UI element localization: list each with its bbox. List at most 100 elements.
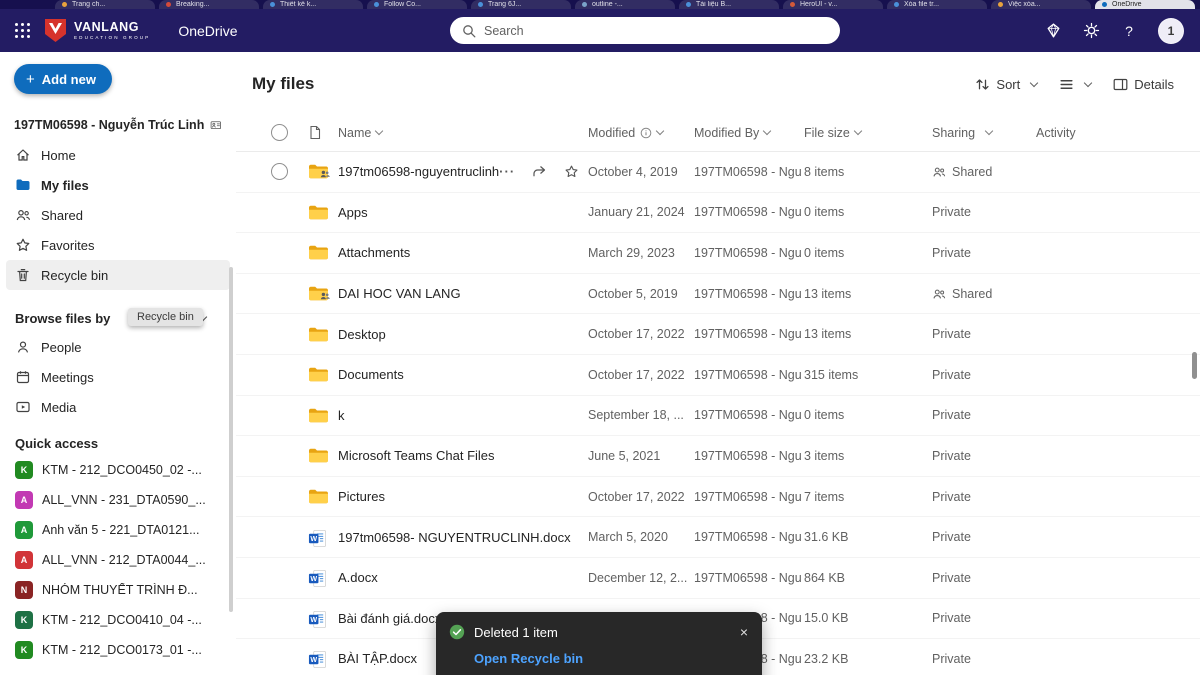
quick-access-item[interactable]: K KTM - 212_DCO0410_04 -...: [6, 605, 230, 635]
nav-item-icon: [15, 177, 31, 193]
table-row[interactable]: W Documents ··· October 17, 2022 197TM06…: [236, 355, 1200, 396]
sidebar-nav-item[interactable]: Home: [6, 140, 230, 170]
main-scrollbar[interactable]: [1192, 352, 1197, 379]
table-row[interactable]: W Apps ··· January 21, 2024 197TM06598 -…: [236, 193, 1200, 234]
quick-access-item[interactable]: A ALL_VNN - 231_DTA0590_...: [6, 485, 230, 515]
sharing-cell[interactable]: Private: [932, 449, 1036, 463]
word-document-icon: W: [308, 650, 328, 667]
browser-tab[interactable]: Trang ch...: [55, 0, 155, 9]
file-name-cell[interactable]: k ···: [338, 408, 588, 423]
table-row[interactable]: W Attachments ··· March 29, 2023 197TM06…: [236, 233, 1200, 274]
column-header-name[interactable]: Name: [338, 126, 588, 140]
browser-tab[interactable]: Thiết kế k...: [263, 0, 363, 9]
file-name-cell[interactable]: Microsoft Teams Chat Files ···: [338, 448, 588, 463]
browser-tab[interactable]: Breaking...: [159, 0, 259, 9]
table-row[interactable]: W k ··· September 18, ... 197TM06598 - N…: [236, 396, 1200, 437]
help-icon[interactable]: ?: [1120, 22, 1138, 40]
browser-tab[interactable]: Xóa file tr...: [887, 0, 987, 9]
sharing-cell[interactable]: Private: [932, 408, 1036, 422]
table-row[interactable]: W 197tm06598-nguyentruclinh ··· October …: [236, 152, 1200, 193]
sidebar-nav-item[interactable]: Recycle bin: [6, 260, 230, 290]
sidebar-nav-item[interactable]: Shared: [6, 200, 230, 230]
favorite-star-icon[interactable]: [564, 164, 579, 179]
account-avatar[interactable]: 1: [1158, 18, 1184, 44]
column-header-modified[interactable]: Modified: [588, 126, 694, 140]
quick-access-item[interactable]: A Anh văn 5 - 221_DTA0121...: [6, 515, 230, 545]
search-bar[interactable]: [450, 17, 840, 44]
quick-access-item[interactable]: N NHÓM THUYẾT TRÌNH Đ...: [6, 575, 230, 605]
settings-gear-icon[interactable]: [1082, 22, 1100, 40]
vanlang-logo[interactable]: VANLANG EDUCATION GROUP: [44, 18, 150, 43]
quick-access-item[interactable]: K KTM - 212_DCO0450_02 -...: [6, 455, 230, 485]
sidebar-nav-item[interactable]: My files: [6, 170, 230, 200]
table-row[interactable]: W DAI HOC VAN LANG ··· October 5, 2019 1…: [236, 274, 1200, 315]
column-header-modified-by[interactable]: Modified By: [694, 126, 804, 140]
app-title[interactable]: OneDrive: [178, 23, 237, 39]
column-header-file-size[interactable]: File size: [804, 126, 932, 140]
file-name-cell[interactable]: Apps ···: [338, 205, 588, 220]
add-new-button[interactable]: + Add new: [14, 64, 112, 94]
view-options-button[interactable]: [1059, 77, 1091, 92]
open-recycle-bin-link[interactable]: Open Recycle bin: [474, 651, 583, 666]
browser-tab[interactable]: outline -...: [575, 0, 675, 9]
search-input[interactable]: [484, 24, 828, 38]
tab-label: HeroUI - v...: [800, 1, 837, 8]
table-row[interactable]: W Microsoft Teams Chat Files ··· June 5,…: [236, 436, 1200, 477]
close-icon[interactable]: ×: [740, 625, 748, 639]
select-all-checkbox[interactable]: [271, 124, 288, 141]
app-launcher-icon[interactable]: [15, 23, 30, 38]
sharing-cell[interactable]: Private: [932, 368, 1036, 382]
folder-icon: [308, 285, 328, 302]
sharing-cell[interactable]: Private: [932, 327, 1036, 341]
table-row[interactable]: W 197tm06598- NGUYENTRUCLINH.docx ··· Ma…: [236, 517, 1200, 558]
sharing-cell[interactable]: Private: [932, 571, 1036, 585]
browse-by-item[interactable]: Meetings: [6, 362, 230, 392]
tab-label: Breaking...: [176, 1, 209, 8]
browser-tab[interactable]: Follow Co...: [367, 0, 467, 9]
sharing-cell[interactable]: Private: [932, 246, 1036, 260]
modified-by-cell: 197TM06598 - Ngu: [694, 205, 804, 219]
sharing-cell[interactable]: Shared: [932, 165, 1036, 179]
sidebar-scrollbar[interactable]: [229, 267, 233, 612]
quick-access-item[interactable]: A ALL_VNN - 212_DTA0044_...: [6, 545, 230, 575]
table-row[interactable]: W Desktop ··· October 17, 2022 197TM0659…: [236, 314, 1200, 355]
table-row[interactable]: W A.docx ··· December 12, 2... 197TM0659…: [236, 558, 1200, 599]
success-check-icon: [449, 624, 465, 640]
file-name-cell[interactable]: Attachments ···: [338, 245, 588, 260]
column-header-sharing[interactable]: Sharing: [932, 126, 1036, 140]
file-name-cell[interactable]: A.docx ···: [338, 570, 588, 585]
share-icon[interactable]: [532, 164, 547, 179]
quick-access-item[interactable]: K KTM - 212_DCO0173_01 -...: [6, 635, 230, 665]
sidebar-nav-item[interactable]: Favorites: [6, 230, 230, 260]
tab-favicon-icon: [894, 2, 899, 7]
details-button[interactable]: Details: [1113, 77, 1174, 92]
file-name: Documents: [338, 367, 404, 382]
file-size-cell: 7 items: [804, 490, 932, 504]
file-name-cell[interactable]: Documents ···: [338, 367, 588, 382]
row-checkbox[interactable]: [271, 163, 288, 180]
file-name-cell[interactable]: Desktop ···: [338, 327, 588, 342]
browse-by-item[interactable]: Media: [6, 392, 230, 422]
modified-cell: October 17, 2022: [588, 490, 694, 504]
browser-tab[interactable]: HeroUI - v...: [783, 0, 883, 9]
file-name-cell[interactable]: 197tm06598-nguyentruclinh ···: [338, 164, 588, 179]
browser-tab[interactable]: Việc xóa...: [991, 0, 1091, 9]
more-actions-icon[interactable]: ···: [499, 164, 515, 179]
quick-access-label: ALL_VNN - 212_DTA0044_...: [42, 553, 206, 567]
premium-diamond-icon[interactable]: [1044, 22, 1062, 40]
browser-tab[interactable]: Trang 6J...: [471, 0, 571, 9]
sharing-cell[interactable]: Shared: [932, 287, 1036, 301]
browse-by-item[interactable]: People: [6, 332, 230, 362]
file-name-cell[interactable]: Pictures ···: [338, 489, 588, 504]
sharing-cell[interactable]: Private: [932, 205, 1036, 219]
table-row[interactable]: W Pictures ··· October 17, 2022 197TM065…: [236, 477, 1200, 518]
sort-button[interactable]: Sort: [975, 77, 1037, 92]
browser-tab[interactable]: Tài liệu B...: [679, 0, 779, 9]
sharing-cell[interactable]: Private: [932, 530, 1036, 544]
file-name-cell[interactable]: 197tm06598- NGUYENTRUCLINH.docx ···: [338, 530, 588, 545]
sharing-cell[interactable]: Private: [932, 652, 1036, 666]
browser-tab[interactable]: OneDrive: [1095, 0, 1195, 9]
sharing-cell[interactable]: Private: [932, 611, 1036, 625]
file-name-cell[interactable]: DAI HOC VAN LANG ···: [338, 286, 588, 301]
sharing-cell[interactable]: Private: [932, 490, 1036, 504]
